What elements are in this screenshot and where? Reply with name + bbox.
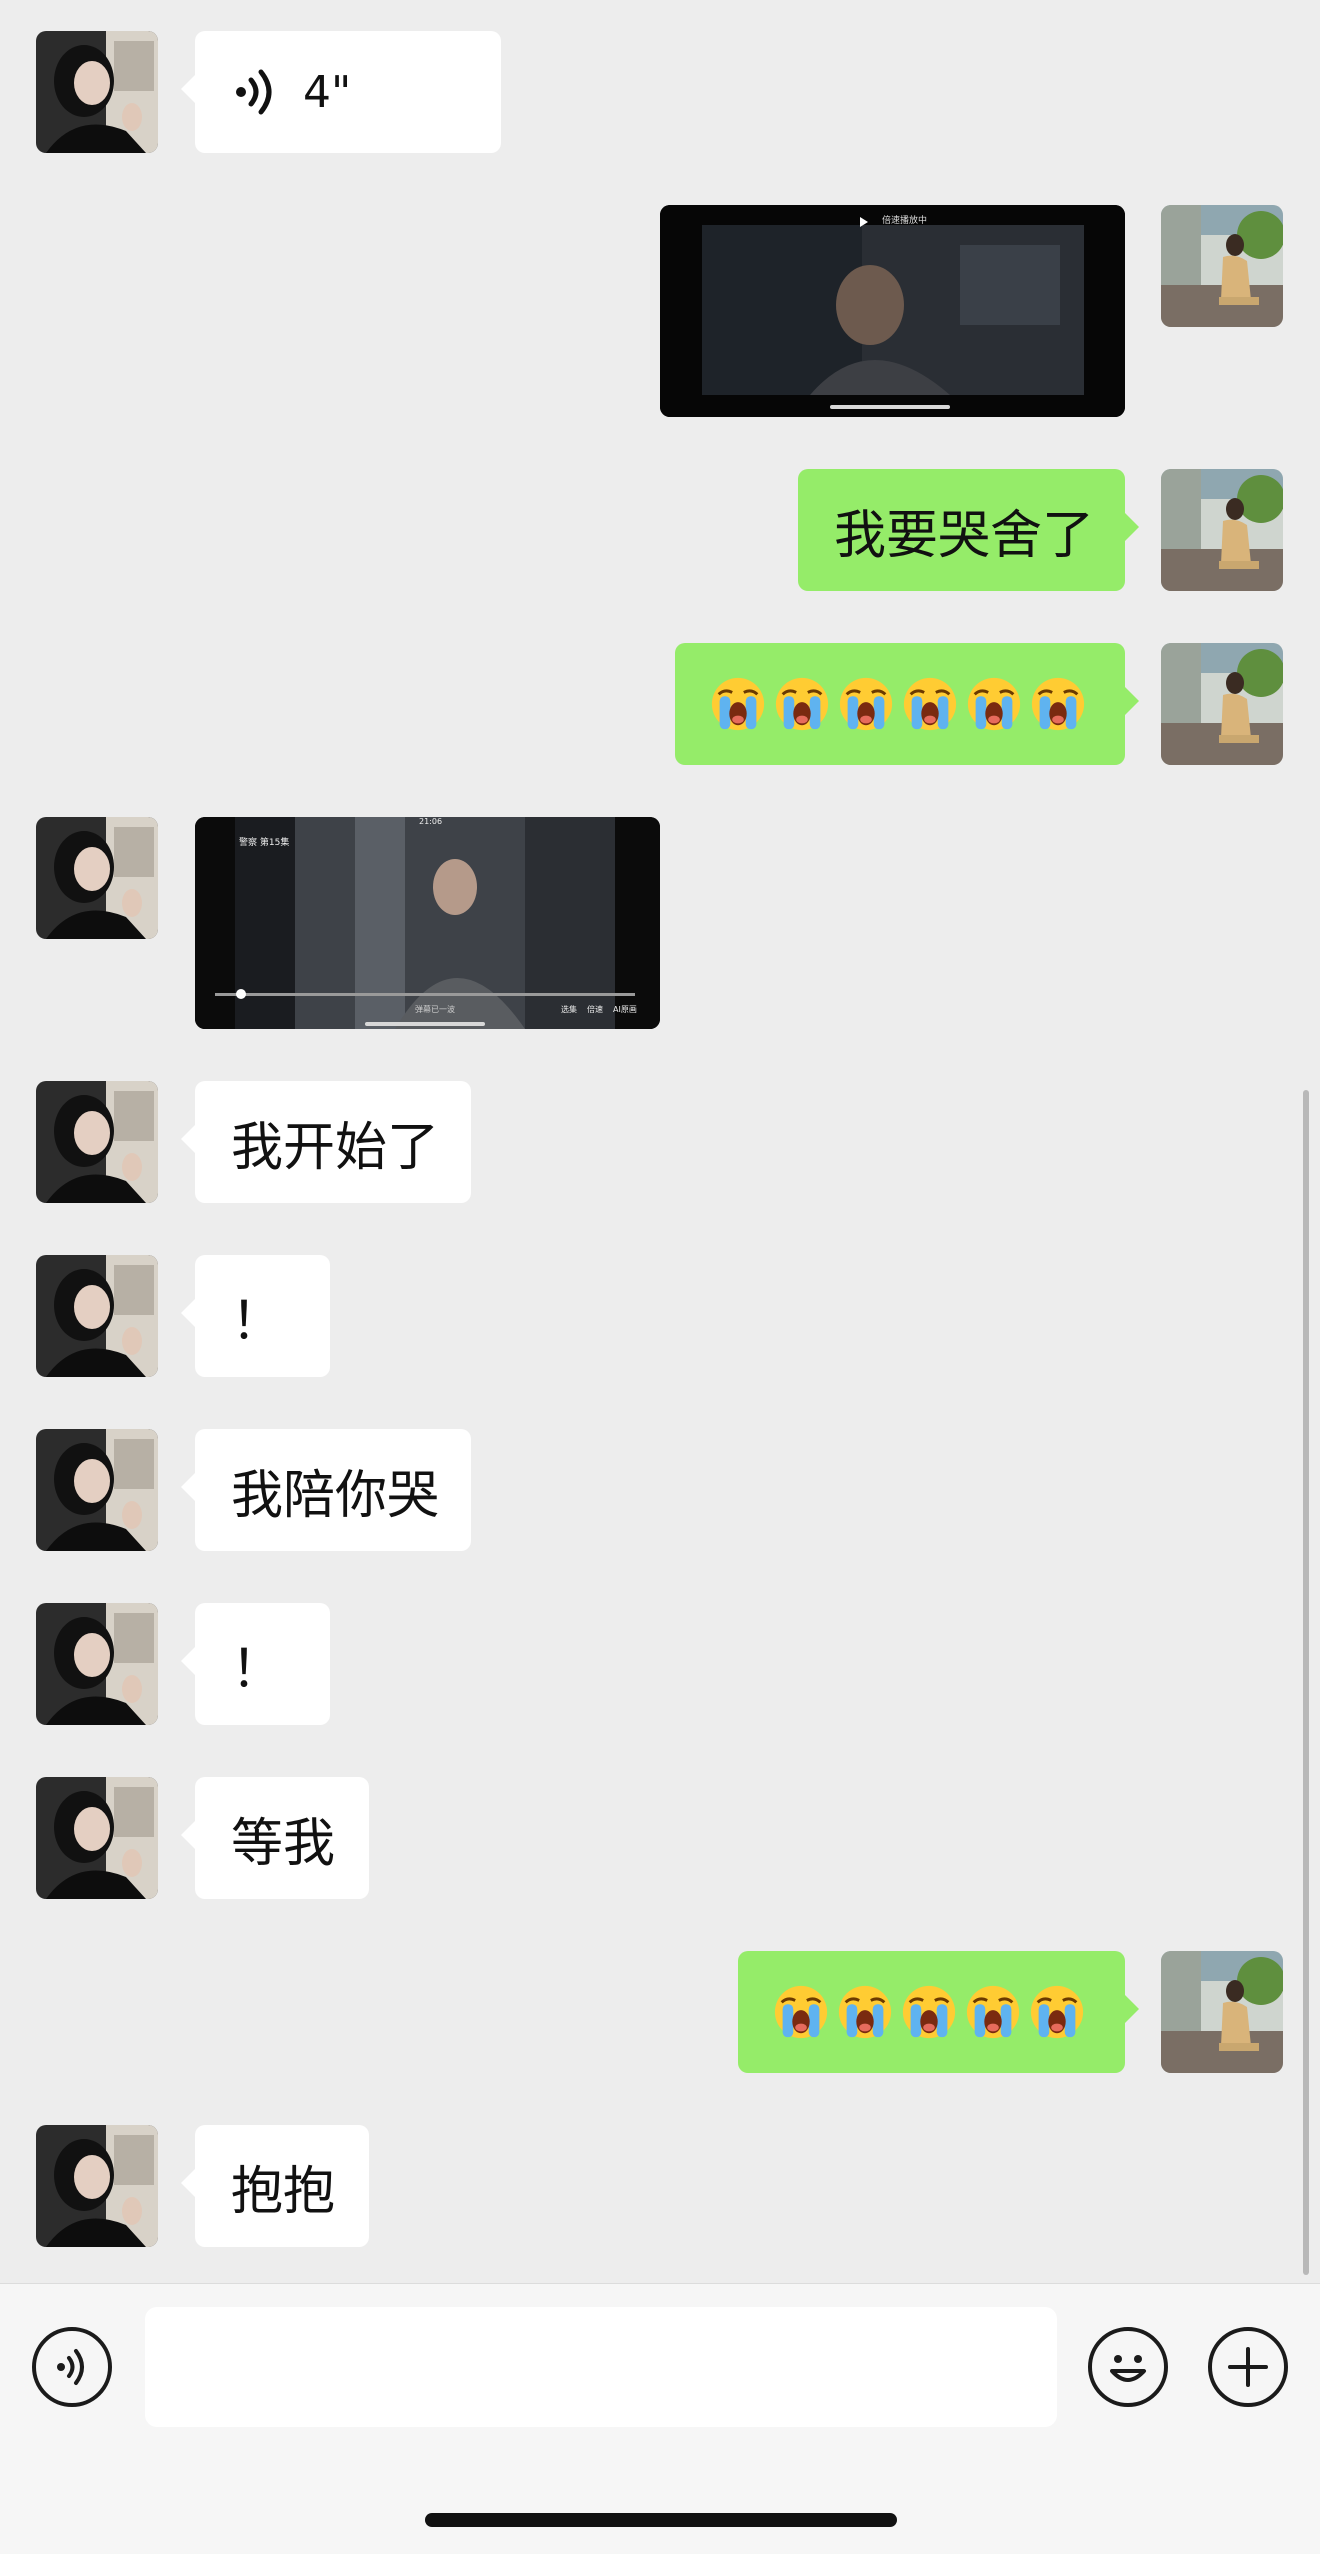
message-text: 我开始了: [231, 1117, 440, 1178]
image-status-time: 21:06: [419, 817, 443, 826]
contact-avatar[interactable]: [36, 31, 158, 153]
contact-avatar[interactable]: [36, 1603, 158, 1725]
voice-wave-icon: [236, 69, 272, 115]
my-avatar[interactable]: [1161, 205, 1283, 327]
more-button[interactable]: [1208, 2327, 1288, 2407]
voice-icon: [57, 2349, 84, 2385]
outgoing-text-bubble[interactable]: 我要哭舍了: [798, 469, 1139, 591]
incoming-text-bubble[interactable]: 我陪你哭: [181, 1429, 471, 1551]
outgoing-emoji-bubble[interactable]: [738, 1951, 1139, 2073]
message-text: 等我: [231, 1813, 336, 1874]
chat-scrollbar[interactable]: [1303, 1090, 1309, 2275]
emoji-button[interactable]: [1088, 2327, 1168, 2407]
message-text: ！: [231, 1639, 284, 1700]
home-indicator[interactable]: [425, 2513, 897, 2527]
image-control-quality: AI原画: [613, 1005, 637, 1014]
voice-duration: 4": [303, 66, 352, 118]
video-overlay-text: 倍速播放中: [882, 216, 928, 226]
incoming-text-bubble[interactable]: ！: [181, 1603, 330, 1725]
loudly-crying-face-icon: [837, 675, 895, 733]
incoming-text-bubble[interactable]: 等我: [181, 1777, 369, 1899]
contact-avatar[interactable]: [36, 1255, 158, 1377]
loudly-crying-face-icon: [709, 675, 767, 733]
loudly-crying-face-icon: [836, 1983, 894, 2041]
video-message[interactable]: 倍速播放中: [660, 205, 1125, 417]
loudly-crying-face-icon: [1029, 675, 1087, 733]
contact-avatar[interactable]: [36, 1777, 158, 1899]
outgoing-emoji-bubble[interactable]: [675, 643, 1139, 765]
message-text: 我要哭舍了: [834, 505, 1095, 566]
message-text: ！: [231, 1291, 284, 1352]
image-header-text: 警察 第15集: [239, 838, 290, 848]
voice-toggle-button[interactable]: [32, 2327, 112, 2407]
incoming-text-bubble[interactable]: 我开始了: [181, 1081, 471, 1203]
incoming-text-bubble[interactable]: ！: [181, 1255, 330, 1377]
my-avatar[interactable]: [1161, 469, 1283, 591]
loudly-crying-face-icon: [964, 1983, 1022, 2041]
image-control-speed: 倍速: [587, 1005, 603, 1014]
loudly-crying-face-icon: [772, 1983, 830, 2041]
image-bottom-hint: 弹幕已一波: [415, 1005, 455, 1014]
smiley-icon: [1110, 2355, 1146, 2382]
message-text: 抱抱: [231, 2161, 336, 2222]
loudly-crying-face-icon: [900, 1983, 958, 2041]
message-text: 我陪你哭: [231, 1465, 440, 1526]
loudly-crying-face-icon: [1028, 1983, 1086, 2041]
contact-avatar[interactable]: [36, 2125, 158, 2247]
plus-icon: [1228, 2347, 1268, 2387]
message-input[interactable]: [145, 2307, 1057, 2427]
my-avatar[interactable]: [1161, 643, 1283, 765]
voice-message-bubble[interactable]: 4": [181, 31, 501, 153]
loudly-crying-face-icon: [901, 675, 959, 733]
incoming-text-bubble[interactable]: 抱抱: [181, 2125, 369, 2247]
my-avatar[interactable]: [1161, 1951, 1283, 2073]
contact-avatar[interactable]: [36, 817, 158, 939]
contact-avatar[interactable]: [36, 1429, 158, 1551]
contact-avatar[interactable]: [36, 1081, 158, 1203]
loudly-crying-face-icon: [773, 675, 831, 733]
image-control-episodes: 选集: [561, 1005, 577, 1014]
image-message[interactable]: 警察 第15集 21:06 弹幕已一波 选集 倍速 AI原画: [195, 817, 660, 1029]
loudly-crying-face-icon: [965, 675, 1023, 733]
